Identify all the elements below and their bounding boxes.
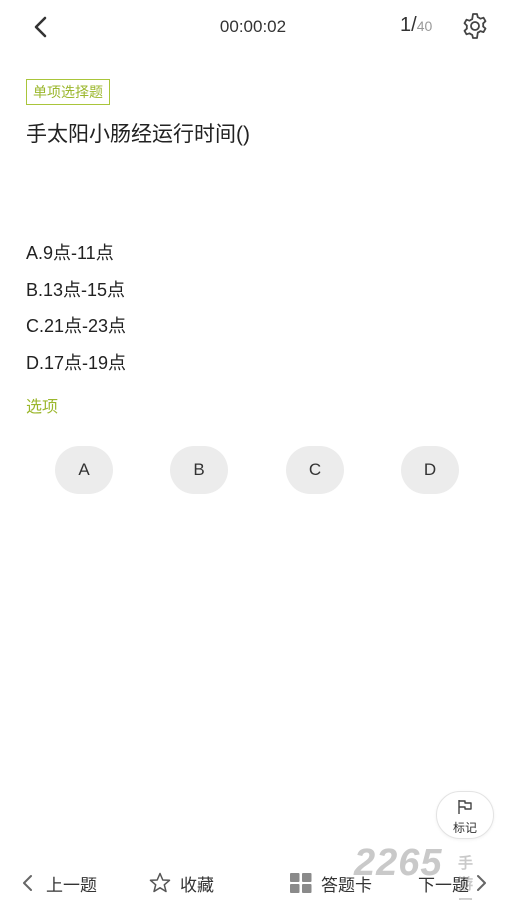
favorite-button[interactable]: 收藏 (148, 866, 214, 900)
chevron-right-icon (477, 875, 486, 891)
chevron-left-icon (23, 875, 32, 891)
bottom-bar: 上一题 收藏 答题卡 下一题 (0, 866, 506, 900)
option-list: A.9点-11点 B.13点-15点 C.21点-23点 D.17点-19点 (26, 240, 126, 386)
top-bar: 00:00:02 1/40 (0, 0, 506, 56)
question-counter: 1/40 (400, 14, 432, 37)
total-count: 40 (416, 18, 433, 34)
grid-icon (290, 873, 312, 893)
favorite-label: 收藏 (180, 875, 214, 895)
prev-question-label: 上一题 (46, 875, 97, 895)
answer-section-label: 选项 (26, 399, 59, 416)
next-question-button[interactable]: 下一题 (418, 866, 489, 900)
settings-button[interactable] (460, 11, 490, 41)
answer-button-a[interactable]: A (55, 446, 113, 494)
option-d-text: D.17点-19点 (26, 352, 127, 373)
question-text: 手太阳小肠经运行时间() (26, 123, 250, 146)
option-c-text: C.21点-23点 (26, 316, 127, 336)
answer-card-button[interactable]: 答题卡 (289, 866, 372, 900)
answer-button-c[interactable]: C (286, 446, 344, 494)
mark-button[interactable]: 标记 (436, 791, 494, 839)
current-index: 1/ (400, 14, 417, 36)
next-question-label: 下一题 (418, 875, 469, 895)
answer-buttons: A B C D (0, 446, 506, 494)
question-type-badge: 单项选择题 (26, 79, 110, 105)
answer-card-label: 答题卡 (321, 875, 372, 895)
flag-icon (458, 800, 472, 814)
gear-icon (463, 13, 487, 39)
answer-button-b[interactable]: B (170, 446, 228, 494)
option-a-text: A.9点-11点 (26, 243, 114, 263)
star-icon (149, 872, 171, 893)
option-b-text: B.13点-15点 (26, 279, 126, 300)
mark-label: 标记 (452, 821, 477, 835)
prev-question-button[interactable]: 上一题 (18, 866, 97, 900)
answer-button-d[interactable]: D (401, 446, 459, 494)
